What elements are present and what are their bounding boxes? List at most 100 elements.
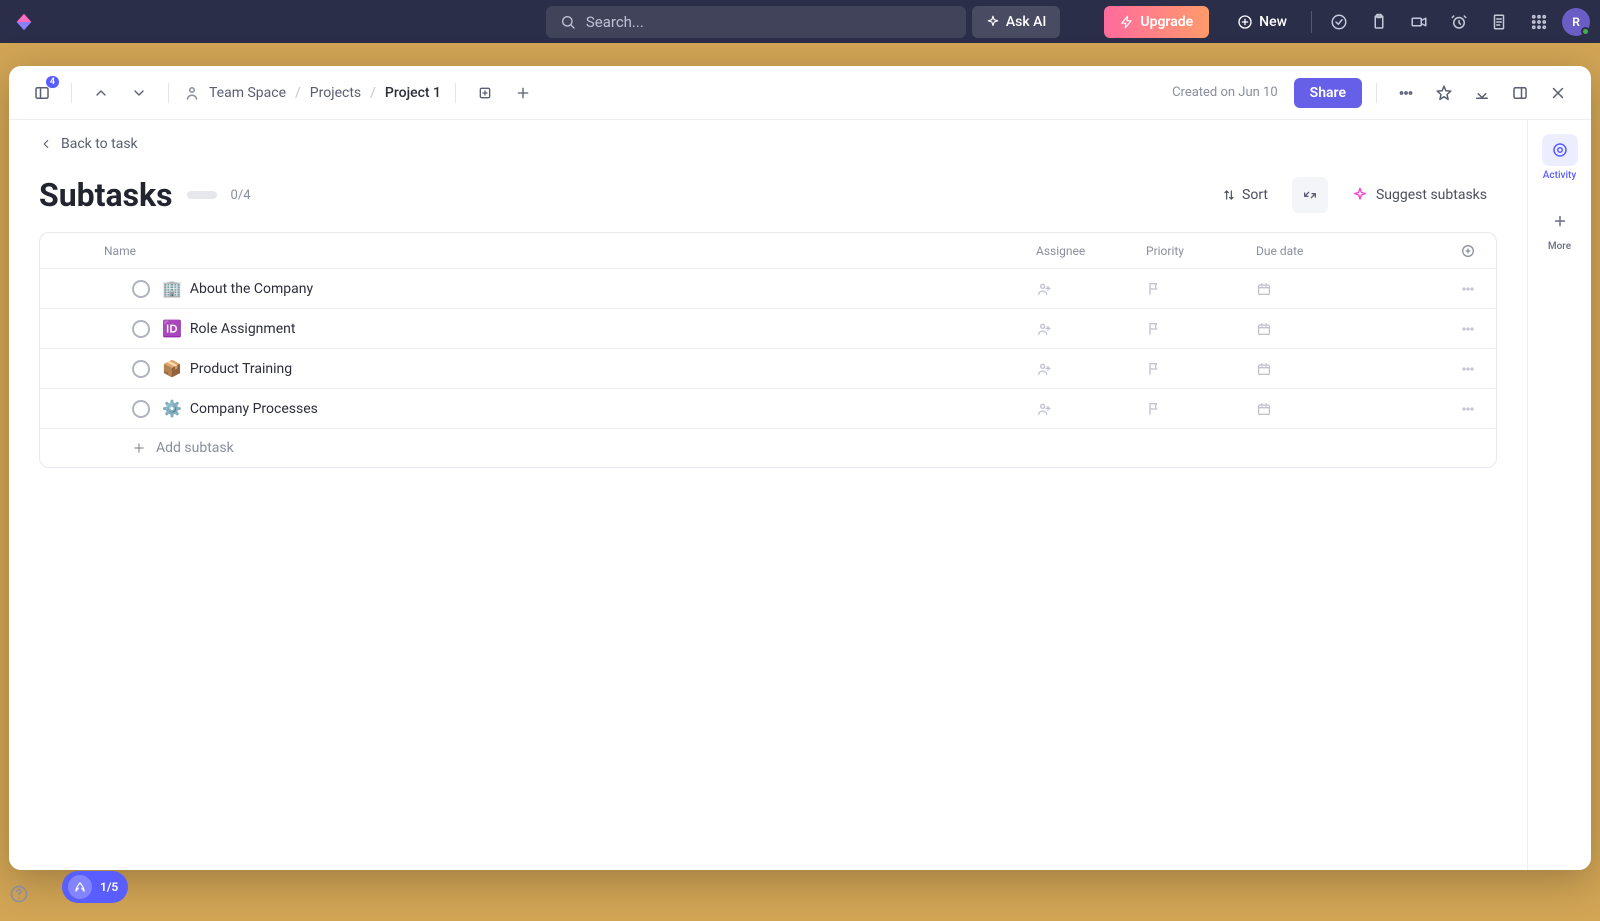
status-circle[interactable] xyxy=(132,280,150,298)
status-circle[interactable] xyxy=(132,400,150,418)
assignee-cell[interactable] xyxy=(1036,281,1146,297)
due-date-cell[interactable] xyxy=(1256,281,1436,297)
row-emoji: ⚙️ xyxy=(162,399,182,418)
priority-cell[interactable] xyxy=(1146,401,1256,417)
search-input[interactable]: Search... xyxy=(546,6,966,38)
row-emoji: 🆔 xyxy=(162,319,182,338)
search-icon xyxy=(560,14,576,30)
next-task-button[interactable] xyxy=(124,78,154,108)
share-button[interactable]: Share xyxy=(1294,78,1362,108)
more-menu-icon[interactable] xyxy=(1391,78,1421,108)
subtask-table: Name Assignee Priority Due date 🏢 About t… xyxy=(39,232,1497,468)
row-name: Company Processes xyxy=(190,401,1036,417)
sparkle-icon xyxy=(1352,187,1368,203)
table-row[interactable]: 📦 Product Training xyxy=(40,349,1496,389)
status-circle[interactable] xyxy=(132,360,150,378)
prev-task-button[interactable] xyxy=(86,78,116,108)
row-name: Role Assignment xyxy=(190,321,1036,337)
check-circle-icon[interactable] xyxy=(1330,13,1348,31)
plus-circle-icon xyxy=(1460,243,1476,259)
row-more-icon[interactable] xyxy=(1436,321,1476,337)
top-right-icons xyxy=(1330,13,1548,31)
rocket-icon xyxy=(68,875,92,899)
row-more-icon[interactable] xyxy=(1436,361,1476,377)
presence-dot xyxy=(1581,27,1590,36)
clipboard-icon[interactable] xyxy=(1370,13,1388,31)
table-row[interactable]: ⚙️ Company Processes xyxy=(40,389,1496,429)
row-name: Product Training xyxy=(190,361,1036,377)
col-priority: Priority xyxy=(1146,244,1256,258)
help-icon[interactable] xyxy=(8,883,30,905)
search-placeholder: Search... xyxy=(586,13,644,31)
ask-ai-button[interactable]: Ask AI xyxy=(972,6,1061,38)
minimize-icon[interactable] xyxy=(1467,78,1497,108)
modal-body: Back to task Subtasks 0/4 Sort Suggest s… xyxy=(9,120,1591,870)
crumb-space[interactable]: Team Space xyxy=(209,85,286,101)
created-on-text: Created on Jun 10 xyxy=(1172,85,1278,100)
new-button[interactable]: New xyxy=(1227,6,1297,38)
expand-icon[interactable] xyxy=(1505,78,1535,108)
add-button[interactable] xyxy=(508,78,538,108)
col-assignee: Assignee xyxy=(1036,244,1146,258)
task-modal: 4 Team Space / Projects / Project 1 Crea… xyxy=(9,66,1591,870)
notepad-icon[interactable] xyxy=(1490,13,1508,31)
activity-icon xyxy=(1551,141,1569,159)
video-icon[interactable] xyxy=(1410,13,1428,31)
priority-cell[interactable] xyxy=(1146,281,1256,297)
back-to-task-link[interactable]: Back to task xyxy=(39,136,1497,152)
col-due: Due date xyxy=(1256,244,1436,258)
progress-bar xyxy=(187,191,217,199)
people-icon xyxy=(183,84,201,102)
app-logo[interactable] xyxy=(10,8,38,36)
priority-cell[interactable] xyxy=(1146,361,1256,377)
table-row[interactable]: 🏢 About the Company xyxy=(40,269,1496,309)
new-tab-icon[interactable] xyxy=(470,78,500,108)
close-icon[interactable] xyxy=(1543,78,1573,108)
sort-button[interactable]: Sort xyxy=(1212,181,1278,209)
row-name: About the Company xyxy=(190,281,1036,297)
due-date-cell[interactable] xyxy=(1256,401,1436,417)
breadcrumb: Team Space / Projects / Project 1 xyxy=(209,85,441,101)
plus-circle-icon xyxy=(1237,14,1253,30)
plus-icon xyxy=(132,441,146,455)
apps-grid-icon[interactable] xyxy=(1530,13,1548,31)
user-avatar[interactable]: R xyxy=(1562,8,1590,36)
add-column-button[interactable] xyxy=(1436,243,1476,259)
onboarding-badge[interactable]: 1/5 xyxy=(62,871,128,903)
separator xyxy=(1311,11,1312,33)
crumb-folder[interactable]: Projects xyxy=(310,85,361,101)
suggest-subtasks-button[interactable]: Suggest subtasks xyxy=(1342,181,1497,209)
assignee-cell[interactable] xyxy=(1036,361,1146,377)
crumb-project[interactable]: Project 1 xyxy=(385,85,441,101)
row-more-icon[interactable] xyxy=(1436,401,1476,417)
add-subtask-button[interactable]: Add subtask xyxy=(40,429,1496,467)
row-more-icon[interactable] xyxy=(1436,281,1476,297)
dock-count-badge: 4 xyxy=(46,76,59,88)
row-emoji: 🏢 xyxy=(162,279,182,298)
alarm-icon[interactable] xyxy=(1450,13,1468,31)
more-tab[interactable]: More xyxy=(1542,205,1578,252)
upgrade-button[interactable]: Upgrade xyxy=(1104,6,1209,38)
logo-icon xyxy=(13,11,35,33)
plus-icon xyxy=(1551,212,1569,230)
due-date-cell[interactable] xyxy=(1256,321,1436,337)
row-emoji: 📦 xyxy=(162,359,182,378)
collapse-button[interactable] xyxy=(1292,177,1328,213)
top-bar: Search... Ask AI Upgrade New R xyxy=(0,0,1600,43)
table-row[interactable]: 🆔 Role Assignment xyxy=(40,309,1496,349)
lightning-icon xyxy=(1120,15,1134,29)
status-circle[interactable] xyxy=(132,320,150,338)
activity-tab[interactable]: Activity xyxy=(1542,134,1578,181)
assignee-cell[interactable] xyxy=(1036,321,1146,337)
page-title: Subtasks xyxy=(39,176,173,214)
progress-count: 0/4 xyxy=(231,188,251,203)
priority-cell[interactable] xyxy=(1146,321,1256,337)
col-name: Name xyxy=(104,244,1036,258)
star-icon[interactable] xyxy=(1429,78,1459,108)
sidebar-toggle-icon[interactable]: 4 xyxy=(27,78,57,108)
right-rail: Activity More xyxy=(1527,120,1591,870)
main-content: Back to task Subtasks 0/4 Sort Suggest s… xyxy=(9,120,1527,870)
assignee-cell[interactable] xyxy=(1036,401,1146,417)
due-date-cell[interactable] xyxy=(1256,361,1436,377)
chevron-left-icon xyxy=(39,137,53,151)
